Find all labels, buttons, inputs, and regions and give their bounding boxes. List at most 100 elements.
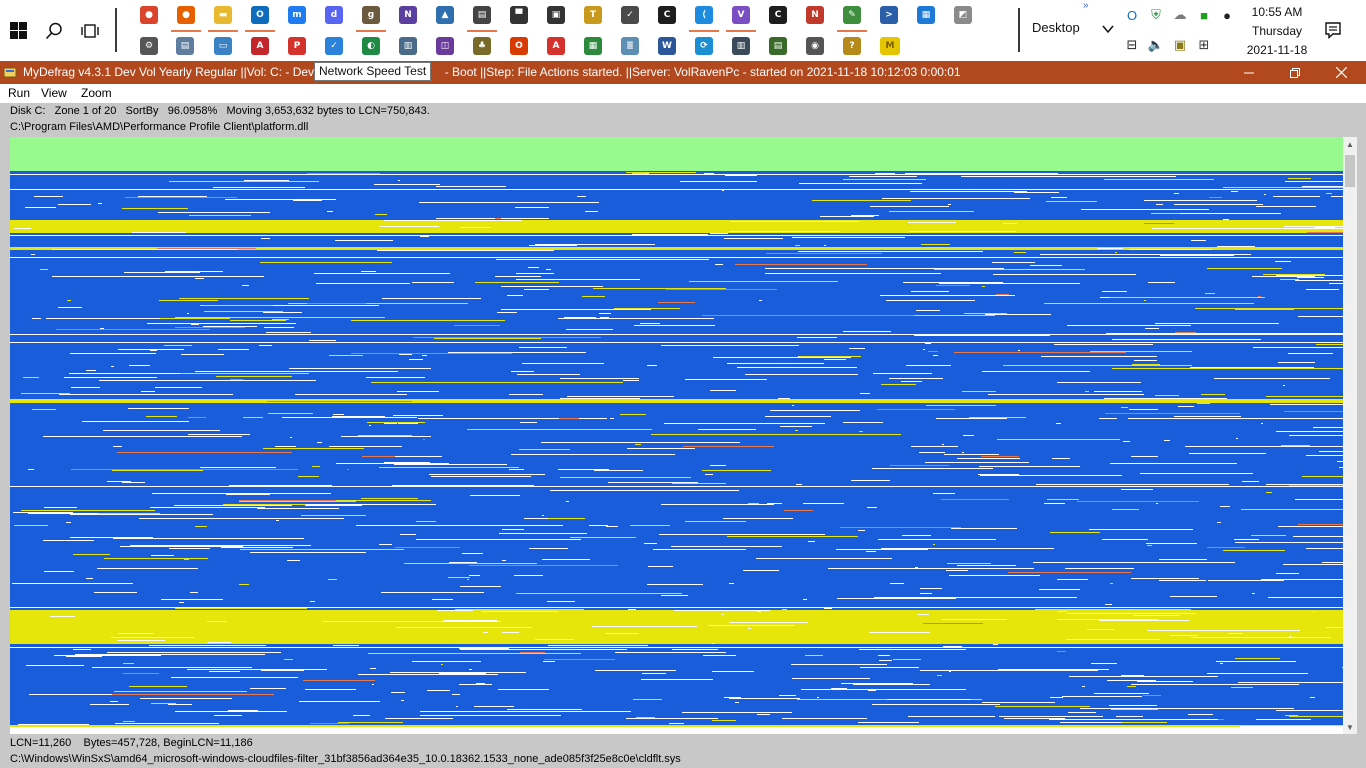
help-tool-icon[interactable]: ? <box>843 37 861 55</box>
computer-management-icon[interactable]: ▤ <box>176 37 194 55</box>
purple-app-icon[interactable]: ◫ <box>436 37 454 55</box>
clock[interactable]: 10:55 AM Thursday 2021-11-18 <box>1240 3 1314 60</box>
disk-map-fragment <box>195 526 207 527</box>
overflow-chevron-icon[interactable]: » <box>1083 0 1089 11</box>
microphone-icon[interactable]: ● <box>1219 7 1235 23</box>
connect-app-icon[interactable]: ⟳ <box>695 37 713 55</box>
printer-icon[interactable]: ▣ <box>547 6 565 24</box>
scroll-app-icon[interactable]: ≣ <box>621 37 639 55</box>
network-icon[interactable]: ⊟ <box>1124 37 1140 53</box>
settings-icon[interactable]: ⚙ <box>140 37 158 55</box>
disk-map-fragment <box>1306 548 1343 549</box>
disk-cleanup-icon[interactable]: ▥ <box>399 37 417 55</box>
onedrive-cloud-icon[interactable]: ☁ <box>1172 7 1188 23</box>
vertical-scrollbar[interactable]: ▲ ▼ <box>1343 137 1357 734</box>
command-prompt-icon[interactable]: C <box>658 6 676 24</box>
volume-icon[interactable]: 🔈 <box>1148 37 1164 53</box>
disk-map-fragment <box>859 431 863 432</box>
disk-map-fragment <box>188 417 206 418</box>
photos-icon[interactable]: ▲ <box>436 6 454 24</box>
camera-tool-icon[interactable]: ◉ <box>806 37 824 55</box>
word-icon[interactable]: W <box>658 37 676 55</box>
chevron-down-icon[interactable] <box>1101 22 1115 36</box>
notification-icon[interactable] <box>1324 21 1342 39</box>
printer-tray-icon[interactable]: ⊞ <box>1196 37 1212 53</box>
disk-map-fragment <box>831 688 847 689</box>
cmd-admin-icon[interactable]: C <box>769 6 787 24</box>
chrome-icon[interactable]: ● <box>140 6 158 24</box>
green-app-icon[interactable]: ◐ <box>362 37 380 55</box>
messenger-icon[interactable]: m <box>288 6 306 24</box>
start-button[interactable] <box>6 0 30 61</box>
id-card-icon[interactable]: ▭ <box>214 37 232 55</box>
disk-map-fragment <box>187 614 250 615</box>
disk-map-fragment <box>1222 333 1343 334</box>
barcode-tool-icon[interactable]: ▥ <box>732 37 750 55</box>
red-tool-icon[interactable]: N <box>806 6 824 24</box>
menu-zoom[interactable]: Zoom <box>81 86 112 100</box>
file-explorer-icon[interactable]: ▬ <box>214 6 232 24</box>
gimp-icon[interactable]: g <box>362 6 380 24</box>
scrollbar-thumb[interactable] <box>1345 155 1355 187</box>
discord-icon[interactable]: d <box>325 6 343 24</box>
shield-tray-icon[interactable]: ⛨ <box>1148 7 1164 23</box>
scroll-down-arrow-icon[interactable]: ▼ <box>1343 720 1357 734</box>
tree-app-icon[interactable]: ♣ <box>473 37 491 55</box>
disk-map-fragment <box>290 437 292 438</box>
menu-run[interactable]: Run <box>8 86 30 100</box>
minimize-button[interactable] <box>1226 61 1272 84</box>
clipboard-tray-icon[interactable]: ▣ <box>1172 37 1188 53</box>
vs-code-icon[interactable]: ⟨ <box>695 6 713 24</box>
disk-map-fragment <box>448 352 586 353</box>
outlook-tray-icon[interactable]: O <box>1124 7 1140 23</box>
scroll-up-arrow-icon[interactable]: ▲ <box>1343 137 1357 151</box>
mydefrag-icon[interactable]: M <box>880 37 900 55</box>
task-app-icon[interactable]: T <box>584 6 602 24</box>
disk-map-fragment <box>239 501 356 502</box>
window-title-bar[interactable]: MyDefrag v4.3.1 Dev Vol Yearly Regular |… <box>0 61 1366 84</box>
todo-icon[interactable]: ✓ <box>325 37 343 55</box>
disk-map-fragment <box>12 583 23 584</box>
disk-map-fragment <box>1056 423 1061 424</box>
clock-check-icon[interactable]: ✓ <box>621 6 639 24</box>
disk-map-fragment <box>456 706 458 707</box>
disk-map-fragment <box>519 449 570 450</box>
disk-map-fragment <box>658 302 695 303</box>
disk-map-fragment <box>1035 609 1191 610</box>
disk-map-fragment <box>792 405 794 406</box>
disk-map-fragment <box>70 537 153 538</box>
terminal-hat-icon[interactable]: ▀ <box>510 6 528 24</box>
green-square-icon[interactable]: ■ <box>1196 7 1212 23</box>
search-button[interactable] <box>42 0 66 61</box>
menu-view[interactable]: View <box>41 86 67 100</box>
disk-map-fragment <box>1123 441 1130 442</box>
image-viewer-icon[interactable]: ◩ <box>954 6 972 24</box>
restore-button[interactable] <box>1272 61 1318 84</box>
visual-studio-icon[interactable]: V <box>732 6 750 24</box>
scanner-icon[interactable]: ▤ <box>473 6 491 24</box>
grid-tool-icon[interactable]: ▦ <box>917 6 935 24</box>
task-view-button[interactable] <box>78 0 102 61</box>
disk-map-fragment <box>282 417 417 418</box>
disk-map-fragment <box>141 391 155 392</box>
green-grid-icon[interactable]: ▦ <box>584 37 602 55</box>
pdf-tool-icon[interactable]: P <box>288 37 306 55</box>
disk-map-fragment <box>1068 712 1096 713</box>
powershell-icon[interactable]: > <box>880 6 898 24</box>
close-button[interactable] <box>1318 61 1364 84</box>
office-icon[interactable]: O <box>510 37 528 55</box>
desktop-toolbar-label[interactable]: Desktop <box>1032 20 1080 35</box>
adobe-reader-icon[interactable]: A <box>547 37 565 55</box>
paint-tool-icon[interactable]: ✎ <box>843 6 861 24</box>
disk-map-fragment <box>1112 368 1343 369</box>
disk-map-fragment <box>395 547 460 548</box>
disk-map-fragment <box>116 642 156 643</box>
disk-map-fragment <box>392 485 534 486</box>
acrobat-like-icon[interactable]: A <box>251 37 269 55</box>
outlook-icon[interactable]: O <box>251 6 269 24</box>
firefox-icon[interactable]: ● <box>177 6 195 24</box>
disk-map-fragment <box>1004 718 1065 719</box>
chart-tool-icon[interactable]: ▤ <box>769 37 787 55</box>
onenote-like-icon[interactable]: N <box>399 6 417 24</box>
disk-map[interactable] <box>10 137 1343 734</box>
